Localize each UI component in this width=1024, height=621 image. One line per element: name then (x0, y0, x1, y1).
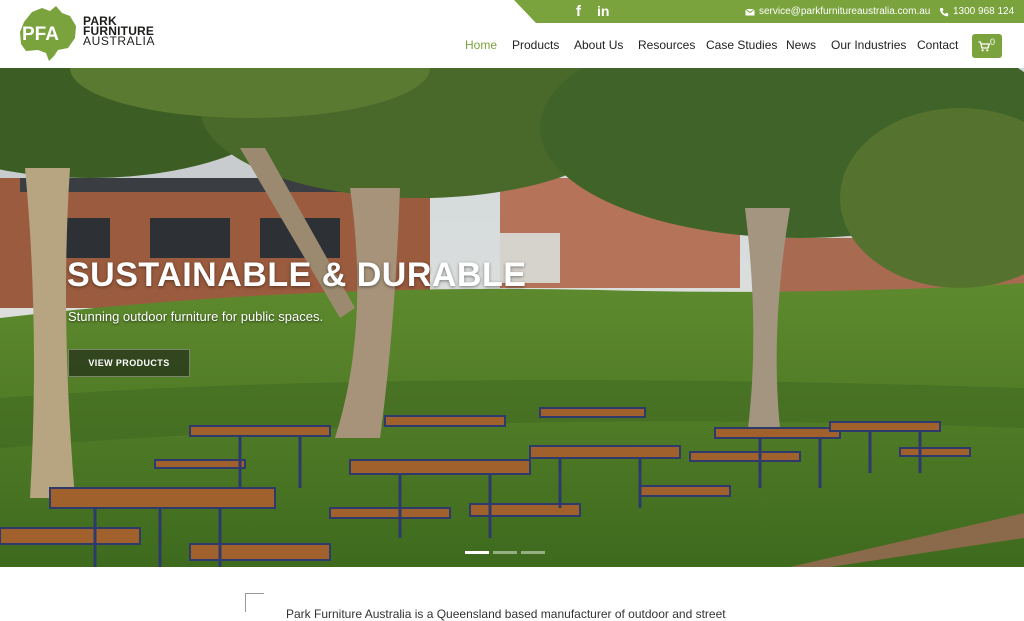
logo-line-3: AUSTRALIA (83, 34, 156, 48)
slider-dot-2[interactable] (493, 551, 517, 554)
slider-dot-1[interactable] (465, 551, 489, 554)
nav-case-studies[interactable]: Case Studies (706, 38, 777, 52)
phone-text: 1300 968 124 (953, 6, 1015, 17)
email-text: service@parkfurnitureaustralia.com.au (759, 6, 931, 17)
phone-icon (939, 7, 949, 16)
envelope-icon (745, 8, 755, 15)
slider-dots (465, 551, 545, 554)
nav-our-industries[interactable]: Our Industries (831, 38, 906, 52)
nav-contact[interactable]: Contact (917, 38, 958, 52)
nav-about-us[interactable]: About Us (574, 38, 623, 52)
logo-monogram: PFA (22, 24, 59, 45)
cart-count: 0 (990, 37, 996, 47)
nav-home[interactable]: Home (465, 38, 497, 52)
nav-resources[interactable]: Resources (638, 38, 695, 52)
cart-button[interactable]: 0 (972, 34, 1002, 58)
email-link[interactable]: service@parkfurnitureaustralia.com.au (745, 5, 930, 18)
nav-news[interactable]: News (786, 38, 816, 52)
quote-corner-decoration (245, 593, 264, 612)
nav-products[interactable]: Products (512, 38, 559, 52)
site-logo[interactable]: PFA PARK FURNITURE AUSTRALIA (18, 4, 158, 64)
view-products-button[interactable]: VIEW PRODUCTS (68, 349, 190, 377)
slider-dot-3[interactable] (521, 551, 545, 554)
facebook-icon[interactable]: f (576, 3, 581, 20)
site-header: PFA PARK FURNITURE AUSTRALIA f in servic… (0, 0, 1024, 68)
linkedin-icon[interactable]: in (597, 3, 609, 20)
phone-link[interactable]: 1300 968 124 (939, 5, 1014, 18)
hero-subtitle: Stunning outdoor furniture for public sp… (68, 309, 324, 324)
logo-wordmark: PARK FURNITURE AUSTRALIA (83, 15, 156, 48)
australia-map-icon: PFA (20, 6, 76, 61)
hero-title: SUSTAINABLE & DURABLE (67, 256, 527, 294)
cart-icon (978, 41, 990, 52)
hero-slider: SUSTAINABLE & DURABLE Stunning outdoor f… (0, 68, 1024, 567)
